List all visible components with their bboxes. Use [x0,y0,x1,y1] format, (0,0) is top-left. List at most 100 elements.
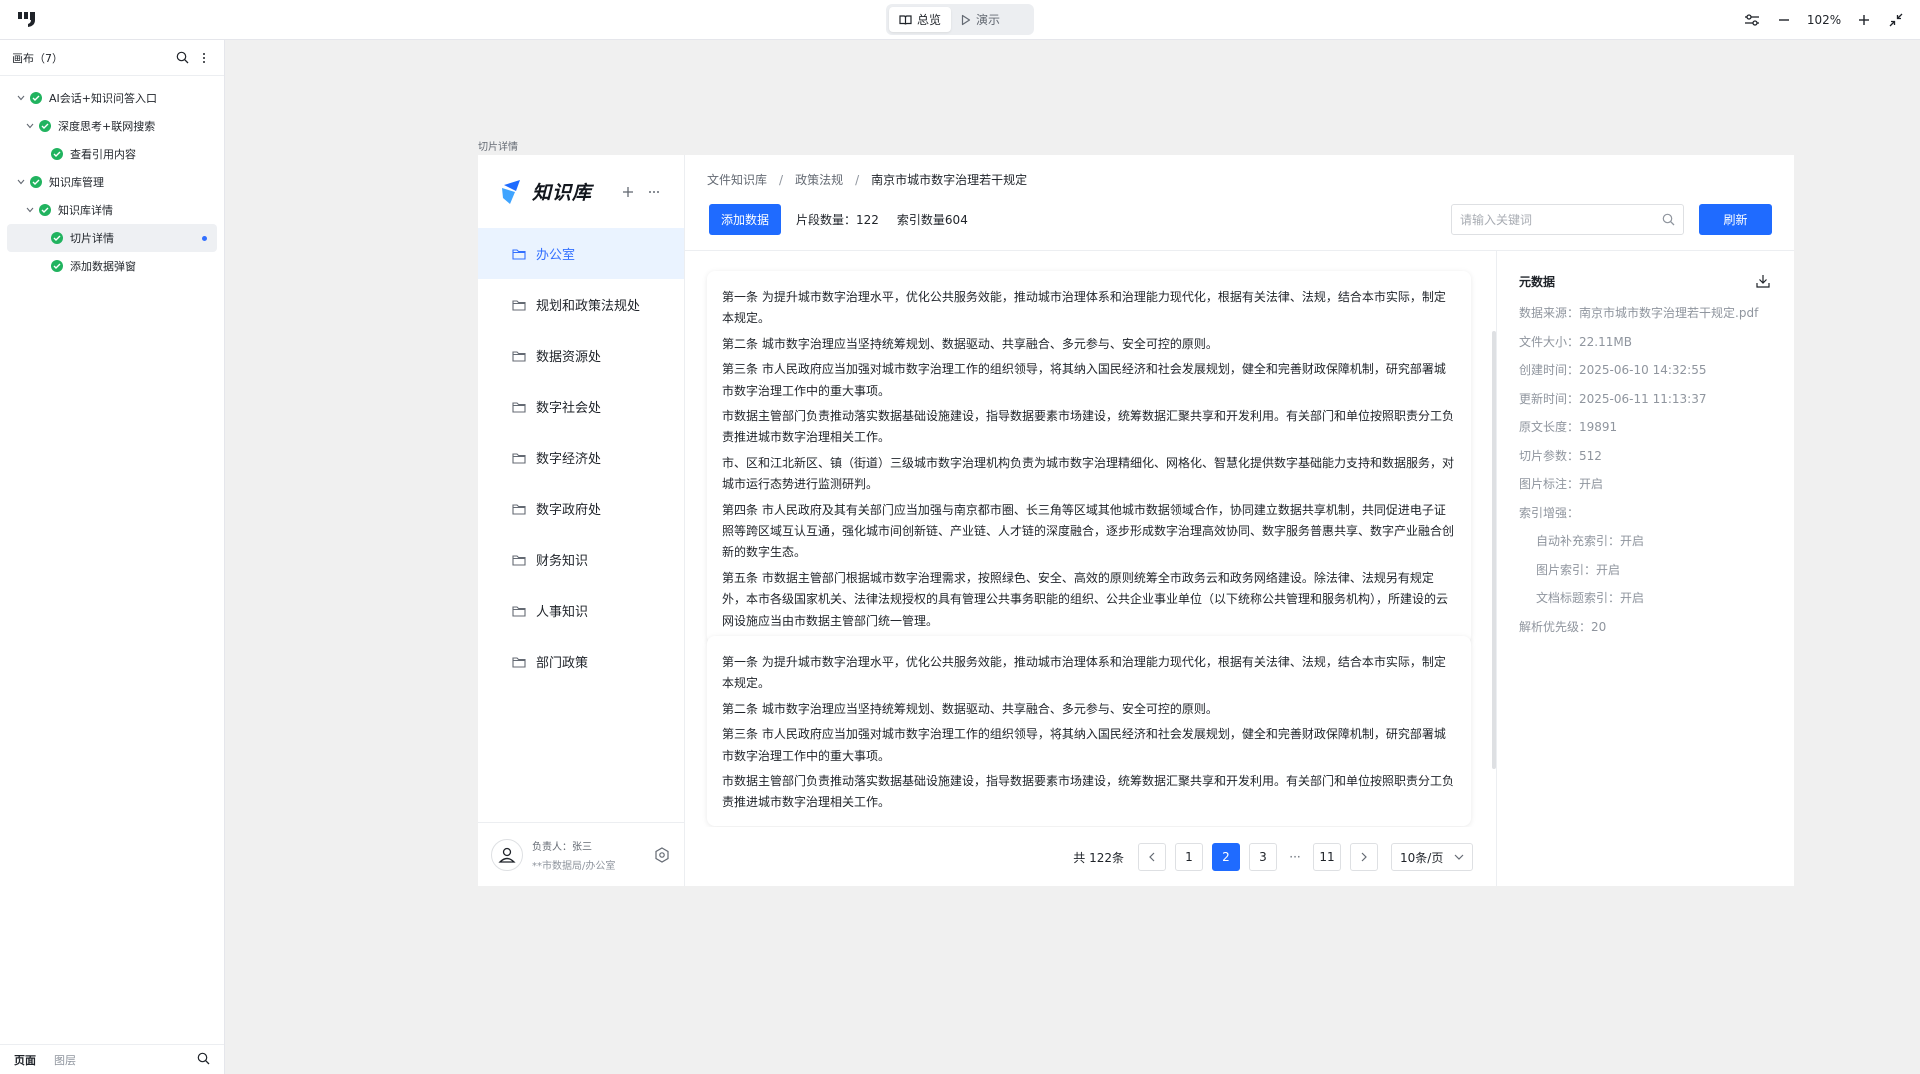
pagination: 共 122条 1 2 3 ··· 11 10条/页 [685,843,1495,871]
avatar [491,838,523,871]
metadata-row: 文件大小：22.11MB [1519,330,1772,354]
dept-item-office[interactable]: 办公室 [478,228,684,279]
more-horizontal-icon[interactable] [646,184,662,200]
owner-info: 负责人：张三 **市数据局/办公室 [532,838,653,872]
frame-label[interactable]: 切片详情 [478,138,518,153]
collapse-icon[interactable] [1886,10,1906,30]
tab-pages[interactable]: 页面 [14,1052,36,1068]
check-circle-icon [39,120,51,132]
folder-icon [512,656,526,668]
breadcrumb-item[interactable]: 政策法规 [795,171,843,188]
metadata-header: 元数据 [1519,269,1772,293]
overview-mode-button[interactable]: 总览 [889,7,952,32]
search-box [1451,204,1684,235]
search-icon[interactable] [1662,213,1675,226]
chunk-paragraph: 第三条 市人民政府应当加强对城市数字治理工作的组织领导，将其纳入国民经济和社会发… [722,362,1446,398]
chunk-card[interactable]: 第一条 为提升城市数字治理水平，优化公共服务效能，推动城市治理体系和治理能力现代… [707,271,1471,645]
more-vertical-icon[interactable] [196,50,212,66]
metadata-label: 索引增强： [1519,505,1580,520]
dept-item-finance[interactable]: 财务知识 [478,534,684,585]
page-button-2[interactable]: 2 [1212,843,1240,871]
department-list: 办公室 规划和政策法规处 数据资源处 数字社会处 数字经济处 数字政府处 财务知… [478,228,684,687]
tree-item-deep-think[interactable]: 深度思考+联网搜索 [7,112,217,140]
prev-page-button[interactable] [1138,843,1166,871]
tree-item-add-data-modal[interactable]: 添加数据弹窗 [7,252,217,280]
tree-item-label: 添加数据弹窗 [70,260,136,273]
page-size-select[interactable]: 10条/页 [1391,843,1473,871]
chevron-down-icon[interactable] [15,92,27,104]
zoom-in-icon[interactable] [1854,10,1874,30]
settings-sliders-icon[interactable] [1742,10,1762,30]
page-button-last[interactable]: 11 [1313,843,1341,871]
chevron-right-icon [1361,852,1367,862]
metadata-row: 解析优先级：20 [1519,615,1772,639]
tree-item-kb-detail[interactable]: 知识库详情 [7,196,217,224]
dept-label: 部门政策 [536,656,589,671]
download-icon[interactable] [1754,272,1772,290]
page-button-1[interactable]: 1 [1175,843,1203,871]
app-logo-icon[interactable] [18,10,40,28]
tree-item-label: 知识库管理 [49,176,104,189]
chunk-paragraph: 第二条 城市数字治理应当坚持统筹规划、数据驱动、共享融合、多元参与、安全可控的原… [722,336,1218,351]
dept-item-digital-society[interactable]: 数字社会处 [478,381,684,432]
dept-item-hr[interactable]: 人事知识 [478,585,684,636]
metadata-label: 解析优先级： [1519,619,1592,634]
dept-item-planning[interactable]: 规划和政策法规处 [478,279,684,330]
next-page-button[interactable] [1350,843,1378,871]
dept-item-data-resources[interactable]: 数据资源处 [478,330,684,381]
zoom-out-icon[interactable] [1774,10,1794,30]
present-mode-button[interactable]: 演示 [951,7,1010,32]
metadata-row: 数据来源：南京市城市数字治理若干规定.pdf [1519,301,1772,325]
folder-icon [512,503,526,515]
chevron-down-icon[interactable] [15,176,27,188]
tree-item-ai-chat[interactable]: AI会话+知识问答入口 [7,84,217,112]
chunk-paragraph: 市数据主管部门负责推动落实数据基础设施建设，指导数据要素市场建设，统筹数据汇聚共… [722,409,1455,445]
add-data-button[interactable]: 添加数据 [709,204,782,235]
tree-item-view-citations[interactable]: 查看引用内容 [7,140,217,168]
present-mode-label: 演示 [976,13,1001,27]
canvas-panel-header: 画布（7） [0,40,224,76]
metadata-label: 图片索引： [1536,562,1597,577]
metadata-label: 文档标题索引： [1536,591,1621,605]
add-icon[interactable] [620,184,636,200]
metadata-value: 20 [1591,619,1607,634]
check-circle-icon [30,92,42,104]
dept-item-digital-economy[interactable]: 数字经济处 [478,432,684,483]
check-circle-icon [30,176,42,188]
metadata-row: 索引增强： [1519,501,1772,525]
zoom-level: 102% [1806,13,1842,27]
metadata-row: 切片参数：512 [1519,444,1772,468]
chevron-down-icon[interactable] [24,204,36,216]
folder-icon [512,401,526,413]
search-icon[interactable] [174,50,190,66]
metadata-row: 自动补充索引：开启 [1519,529,1772,553]
page-button-3[interactable]: 3 [1249,843,1277,871]
dept-label: 办公室 [536,248,576,263]
tree-item-slice-detail[interactable]: 切片详情 [7,224,217,252]
check-circle-icon [51,232,63,244]
tree-item-label: 知识库详情 [58,204,113,217]
tree-item-kb-management[interactable]: 知识库管理 [7,168,217,196]
check-circle-icon [51,148,63,160]
tab-layers[interactable]: 图层 [54,1052,76,1068]
chevron-down-icon [1454,854,1464,860]
search-input[interactable] [1460,212,1662,227]
folder-icon [512,350,526,362]
chunk-card[interactable]: 第一条 为提升城市数字治理水平，优化公共服务效能，推动城市治理体系和治理能力现代… [707,636,1471,826]
dept-item-digital-government[interactable]: 数字政府处 [478,483,684,534]
breadcrumb-item[interactable]: 文件知识库 [707,171,767,188]
metadata-label: 自动补充索引： [1536,534,1621,548]
metadata-label: 切片参数： [1519,448,1580,463]
chevron-down-icon[interactable] [24,120,36,132]
gear-icon[interactable] [653,846,671,864]
kb-logo-icon [502,179,520,204]
search-icon[interactable] [197,1052,210,1068]
folder-icon [512,554,526,566]
breadcrumb-current: 南京市城市数字治理若干规定 [871,173,1028,187]
metadata-value: 开启 [1620,534,1645,548]
metadata-rows: 数据来源：南京市城市数字治理若干规定.pdf 文件大小：22.11MB 创建时间：2… [1519,301,1772,639]
refresh-button[interactable]: 刷新 [1699,204,1772,235]
pagination-ellipsis[interactable]: ··· [1286,850,1304,864]
metadata-row: 创建时间：2025-06-10 14:32:55 [1519,358,1772,382]
dept-item-policies[interactable]: 部门政策 [478,636,684,687]
